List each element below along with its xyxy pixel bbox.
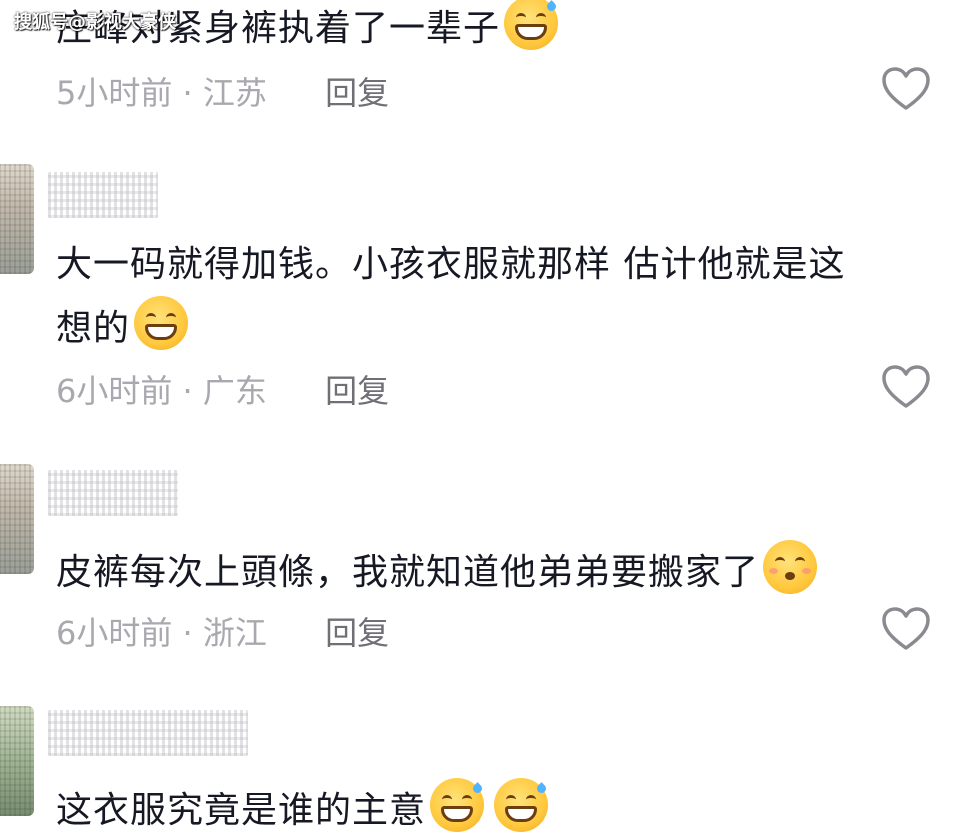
comment-text-body: 皮裤每次上頭條，我就知道他弟弟要搬家了	[56, 552, 760, 593]
comment-text-2: 想的	[56, 296, 189, 354]
comment-text-line2: 想的	[56, 308, 131, 349]
reply-button[interactable]: 回复	[325, 68, 389, 114]
comment-text: 皮裤每次上頭條，我就知道他弟弟要搬家了	[56, 540, 818, 598]
kissing-emoji-icon	[763, 540, 818, 594]
rofl-emoji-icon	[504, 0, 559, 50]
like-button[interactable]	[881, 606, 931, 652]
heart-icon	[882, 607, 930, 650]
grinning-emoji-icon	[134, 296, 189, 350]
comment-time: 6小时前	[56, 372, 173, 410]
comment-meta: 6小时前 · 广东 回复	[56, 366, 389, 412]
avatar[interactable]	[0, 464, 34, 574]
avatar[interactable]	[0, 706, 34, 816]
watermark: 搜狐号@影视大豪侠	[14, 12, 176, 33]
like-button[interactable]	[881, 364, 931, 410]
separator: ·	[182, 372, 193, 410]
username-blurred[interactable]	[48, 710, 248, 756]
comment-location: 浙江	[202, 614, 267, 652]
comment-text: 大一码就得加钱。小孩衣服就那样 估计他就是这	[56, 240, 845, 290]
comment-text-body: 这衣服究竟是谁的主意	[56, 790, 427, 831]
comment-text-line1: 大一码就得加钱。小孩衣服就那样 估计他就是这	[56, 244, 846, 285]
like-button[interactable]	[881, 66, 931, 112]
sweat-smile-emoji-icon	[430, 778, 485, 832]
comment-time: 6小时前	[56, 614, 173, 652]
username-blurred[interactable]	[48, 172, 158, 218]
comment-location: 江苏	[202, 74, 267, 112]
comment-time: 5小时前	[56, 74, 173, 112]
comment-text: 这衣服究竟是谁的主意	[56, 778, 549, 836]
comment-location: 广东	[202, 372, 267, 410]
separator: ·	[182, 74, 193, 112]
heart-icon	[882, 67, 930, 110]
comment-meta: 6小时前 · 浙江 回复	[56, 608, 389, 654]
heart-icon	[882, 365, 930, 408]
sweat-smile-emoji-icon-2	[494, 778, 549, 832]
avatar[interactable]	[0, 164, 34, 274]
comment-meta: 5小时前 · 江苏 回复	[56, 68, 389, 114]
reply-button[interactable]: 回复	[325, 366, 389, 412]
separator: ·	[182, 614, 193, 652]
username-blurred[interactable]	[48, 470, 178, 516]
reply-button[interactable]: 回复	[325, 608, 389, 654]
